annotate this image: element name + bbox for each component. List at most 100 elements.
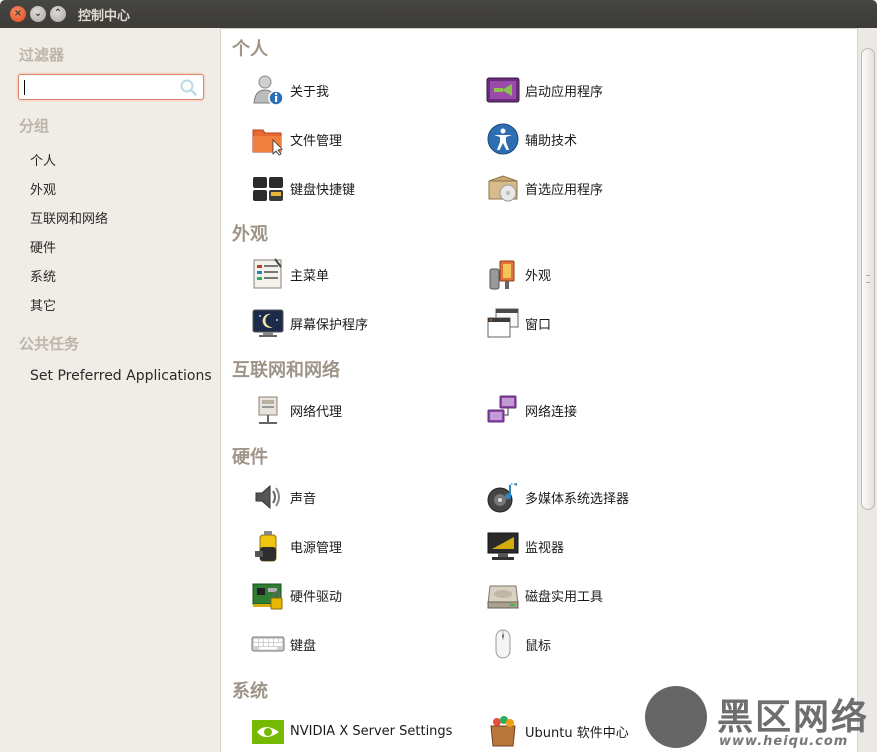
item-label: 多媒体系统选择器	[525, 491, 630, 507]
item-label: Ubuntu 软件中心	[525, 725, 629, 741]
filter-heading: 过滤器	[19, 46, 65, 64]
item-label: 鼠标	[525, 638, 552, 654]
item-software-center[interactable]: Ubuntu 软件中心	[486, 714, 629, 748]
item-multimedia-selector[interactable]: 多媒体系统选择器	[486, 480, 629, 514]
item-label: 硬件驱动	[290, 589, 343, 605]
item-network-proxy[interactable]: 网络代理	[251, 393, 342, 427]
watermark-text: 黑区网络	[717, 697, 870, 738]
appearance-icon	[489, 260, 515, 290]
section-title-personal: 个人	[232, 39, 268, 60]
sidebar-item-hardware[interactable]: 硬件	[30, 237, 56, 256]
keyboard-shortcuts-icon	[253, 177, 283, 201]
hardware-drivers-icon	[252, 583, 283, 610]
sound-icon	[255, 484, 280, 510]
software-center-icon	[490, 716, 516, 747]
watermark-logo	[645, 686, 707, 748]
section-title-hardware: 硬件	[232, 447, 268, 468]
item-keyboard-shortcuts[interactable]: 键盘快捷键	[251, 171, 355, 205]
mouse-icon	[495, 629, 511, 659]
maximize-button[interactable]: ⌃	[50, 6, 66, 22]
item-label: 启动应用程序	[525, 84, 604, 100]
tasks-heading: 公共任务	[19, 335, 80, 353]
item-accessibility[interactable]: 辅助技术	[486, 122, 577, 156]
network-proxy-icon	[258, 396, 278, 424]
item-label: 键盘快捷键	[290, 182, 356, 198]
item-main-menu[interactable]: 主菜单	[251, 257, 329, 291]
sidebar-item-other[interactable]: 其它	[30, 295, 56, 314]
item-disk-utility[interactable]: 磁盘实用工具	[486, 578, 603, 612]
disk-utility-icon	[487, 585, 519, 609]
watermark-url: www.heiqu.com	[719, 734, 849, 749]
item-power-management[interactable]: 电源管理	[251, 529, 342, 563]
preferred-apps-icon	[488, 175, 518, 202]
item-label: 文件管理	[290, 133, 343, 149]
item-label: 主菜单	[290, 268, 330, 284]
item-label: 电源管理	[290, 540, 343, 556]
search-icon[interactable]	[179, 78, 197, 96]
section-title-appearance: 外观	[232, 224, 268, 245]
multimedia-selector-icon	[487, 483, 517, 513]
screensaver-icon	[252, 309, 284, 337]
item-label: 声音	[290, 491, 317, 507]
accessibility-icon	[487, 123, 519, 155]
main-menu-icon	[253, 258, 282, 289]
item-screensaver[interactable]: 屏幕保护程序	[251, 306, 368, 340]
power-management-icon	[255, 531, 277, 562]
item-startup-apps[interactable]: 启动应用程序	[486, 73, 603, 107]
close-icon: ×	[13, 8, 23, 19]
network-connections-icon	[487, 395, 517, 423]
sidebar-item-system[interactable]: 系统	[30, 266, 56, 285]
group-heading: 分组	[19, 117, 50, 135]
item-label: 磁盘实用工具	[525, 589, 604, 605]
item-label: 外观	[525, 268, 552, 284]
item-keyboard[interactable]: 键盘	[251, 627, 316, 661]
startup-apps-icon	[486, 77, 520, 103]
item-label: 首选应用程序	[525, 182, 604, 198]
item-label: 辅助技术	[525, 133, 578, 149]
minimize-button[interactable]: ⌄	[30, 6, 46, 22]
item-windows[interactable]: 窗口	[486, 306, 551, 340]
item-sound[interactable]: 声音	[251, 480, 316, 514]
item-label: 屏幕保护程序	[290, 317, 369, 333]
keyboard-icon	[251, 636, 285, 652]
title-bar: × ⌄ ⌃ 控制中心	[0, 0, 877, 28]
section-title-internet: 互联网和网络	[232, 360, 340, 381]
filter-search-box[interactable]	[18, 74, 204, 100]
item-file-management[interactable]: 文件管理	[251, 122, 342, 156]
filter-search-input[interactable]	[23, 78, 173, 96]
item-label: 关于我	[290, 84, 330, 100]
item-preferred-apps[interactable]: 首选应用程序	[486, 171, 603, 205]
minimize-icon: ⌄	[33, 8, 43, 19]
sidebar-item-personal[interactable]: 个人	[30, 150, 56, 169]
item-label: 监视器	[525, 540, 565, 556]
close-button[interactable]: ×	[10, 6, 26, 22]
file-manager-icon	[252, 129, 283, 156]
text-caret	[24, 80, 25, 95]
sidebar-item-appearance[interactable]: 外观	[30, 179, 56, 198]
window-title: 控制中心	[78, 8, 131, 24]
item-label: NVIDIA X Server Settings	[290, 723, 453, 739]
vertical-scrollbar[interactable]	[857, 28, 877, 752]
monitor-icon	[487, 532, 519, 560]
item-label: 网络代理	[290, 404, 343, 420]
item-hardware-drivers[interactable]: 硬件驱动	[251, 578, 342, 612]
task-set-preferred-apps[interactable]: Set Preferred Applications	[30, 368, 212, 384]
scrollbar-thumb[interactable]	[861, 48, 875, 510]
item-label: 网络连接	[525, 404, 578, 420]
item-label: 窗口	[525, 317, 552, 333]
user-info-icon	[253, 75, 284, 106]
grip-icon	[866, 275, 870, 283]
windows-icon	[487, 308, 519, 338]
item-about-me[interactable]: 关于我	[251, 73, 329, 107]
section-title-system: 系统	[232, 681, 268, 702]
item-label: 键盘	[290, 638, 317, 654]
sidebar: 过滤器 分组 个人 外观 互联网和网络 硬件 系统 其它 公共任务 Set Pr…	[0, 28, 220, 752]
sidebar-item-internet[interactable]: 互联网和网络	[30, 208, 108, 227]
nvidia-icon	[252, 720, 284, 744]
item-mouse[interactable]: 鼠标	[486, 627, 551, 661]
item-nvidia-settings[interactable]: NVIDIA X Server Settings	[251, 714, 452, 748]
item-monitor[interactable]: 监视器	[486, 529, 564, 563]
item-appearance[interactable]: 外观	[486, 257, 551, 291]
maximize-icon: ⌃	[53, 8, 63, 19]
item-network-connections[interactable]: 网络连接	[486, 393, 577, 427]
